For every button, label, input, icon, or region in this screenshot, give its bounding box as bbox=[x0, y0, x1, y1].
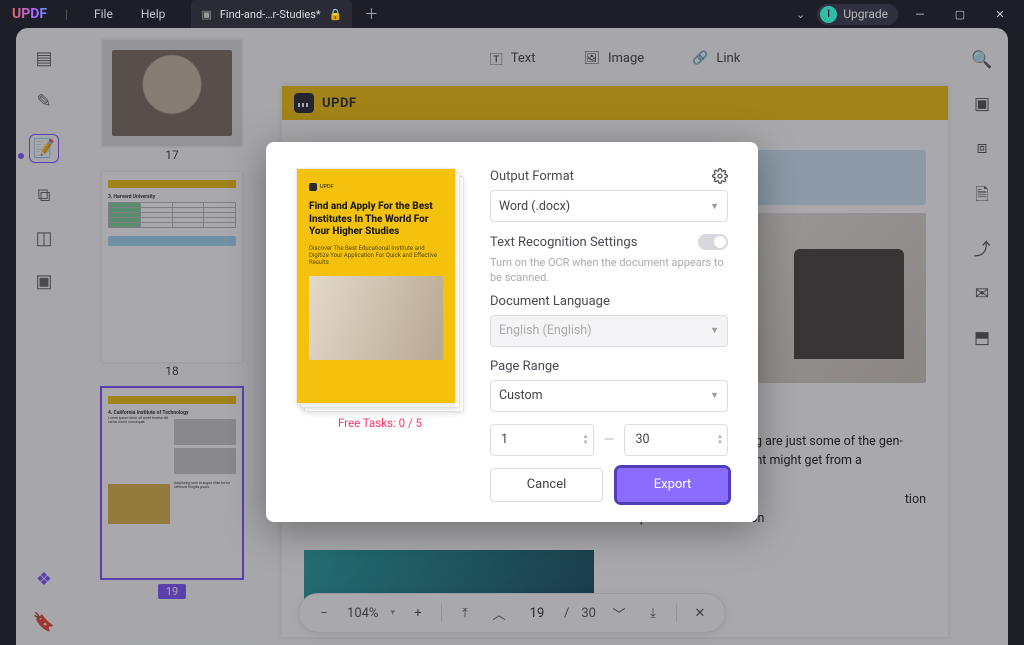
export-label: Export bbox=[654, 477, 692, 492]
cover-brand: UPDF bbox=[320, 184, 334, 190]
lock-icon: 🔒 bbox=[329, 8, 343, 21]
output-format-value: Word (.docx) bbox=[499, 199, 570, 214]
window-minimize[interactable]: － bbox=[902, 2, 938, 26]
ocr-hint: Turn on the OCR when the document appear… bbox=[490, 256, 728, 286]
upgrade-label: Upgrade bbox=[843, 7, 888, 21]
range-label: Page Range bbox=[490, 359, 559, 374]
modal-form: Output Format Word (.docx) ▼ Text Recogn… bbox=[490, 168, 728, 502]
range-dash: — bbox=[604, 432, 615, 448]
cover-h2: Institutes In The World For bbox=[309, 214, 428, 225]
cover-h3: Your Higher Studies bbox=[309, 226, 399, 237]
spin-down-icon[interactable]: ▼ bbox=[717, 440, 723, 446]
cancel-button[interactable]: Cancel bbox=[490, 468, 603, 502]
titlebar: UPDF | File Help ▣ Find-and-…r-Studies* … bbox=[0, 0, 1024, 28]
document-tab[interactable]: ▣ Find-and-…r-Studies* 🔒 bbox=[191, 0, 352, 28]
avatar: I bbox=[820, 6, 837, 23]
range-select[interactable]: Custom ▼ bbox=[490, 380, 728, 412]
output-format-label: Output Format bbox=[490, 169, 574, 184]
menu-file[interactable]: File bbox=[80, 7, 127, 21]
range-to-input[interactable]: 30 ▲▼ bbox=[624, 424, 728, 456]
app-logo: UPDF bbox=[0, 6, 65, 22]
ocr-label: Text Recognition Settings bbox=[490, 235, 637, 250]
cover-sub: Discover The Best Educational Institute … bbox=[309, 245, 443, 266]
ocr-toggle[interactable] bbox=[698, 234, 728, 250]
export-modal: UPDF Find and Apply For the Best Institu… bbox=[266, 142, 758, 522]
gear-icon[interactable] bbox=[712, 168, 728, 184]
lang-label: Document Language bbox=[490, 294, 610, 309]
free-tasks-label: Free Tasks: 0 / 5 bbox=[296, 416, 464, 430]
output-format-select[interactable]: Word (.docx) ▼ bbox=[490, 190, 728, 222]
lang-value: English (English) bbox=[499, 323, 592, 338]
tab-doc-icon: ▣ bbox=[201, 8, 211, 21]
range-value: Custom bbox=[499, 388, 543, 403]
menu-help[interactable]: Help bbox=[127, 7, 180, 21]
lang-select: English (English) ▼ bbox=[490, 315, 728, 347]
cover-h1: Find and Apply For the Best bbox=[309, 201, 433, 212]
modal-preview: UPDF Find and Apply For the Best Institu… bbox=[296, 168, 464, 502]
cover-photo bbox=[309, 276, 443, 360]
tab-title: Find-and-…r-Studies* bbox=[220, 8, 321, 21]
range-to-value: 30 bbox=[635, 432, 649, 447]
chevron-down-icon: ▼ bbox=[710, 325, 719, 336]
range-from-value: 1 bbox=[501, 432, 508, 447]
export-button[interactable]: Export bbox=[617, 468, 728, 502]
chevron-down-icon: ▼ bbox=[710, 201, 719, 212]
upgrade-button[interactable]: I Upgrade bbox=[817, 4, 898, 25]
new-tab-button[interactable]: ＋ bbox=[352, 4, 390, 24]
tabs-dropdown-icon[interactable]: ⌄ bbox=[796, 8, 813, 21]
range-from-input[interactable]: 1 ▲▼ bbox=[490, 424, 594, 456]
window-maximize[interactable]: ▢ bbox=[942, 2, 978, 26]
window-close[interactable]: ✕ bbox=[982, 2, 1018, 26]
cancel-label: Cancel bbox=[527, 477, 567, 492]
logo-separator: | bbox=[65, 7, 80, 21]
spin-down-icon[interactable]: ▼ bbox=[583, 440, 589, 446]
chevron-down-icon: ▼ bbox=[710, 390, 719, 401]
